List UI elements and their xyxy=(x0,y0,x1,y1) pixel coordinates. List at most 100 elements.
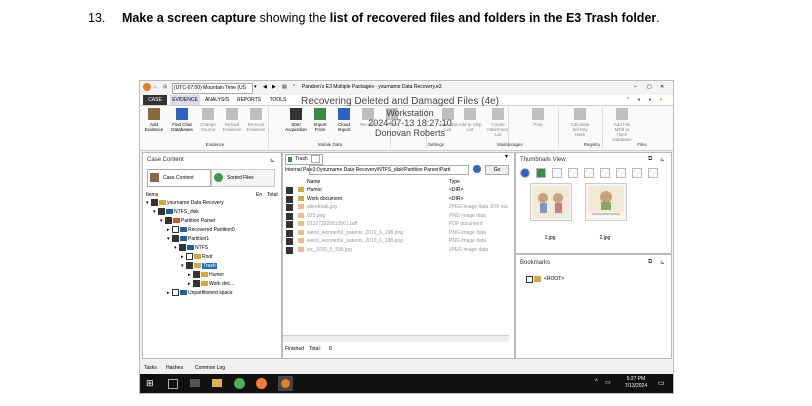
help-icon[interactable]: ● xyxy=(646,95,654,105)
file-row[interactable]: 013273220810561.pdf PDF document xyxy=(283,220,509,228)
file-checkbox[interactable] xyxy=(286,229,293,237)
tray-chevron-icon[interactable]: ^ xyxy=(595,379,598,385)
go-button[interactable]: Go xyxy=(485,165,509,175)
tray-clock[interactable]: 5:27 PM 7/13/2024 xyxy=(622,376,650,390)
tree-icon[interactable]: ⊞ xyxy=(163,83,167,92)
file-row[interactable]: 023.png PNG image data xyxy=(283,212,509,220)
file-row[interactable]: alienfreak.jpg JPEG image data JFIF sta xyxy=(283,203,509,211)
thumbnail-2[interactable] xyxy=(585,183,627,221)
column-total[interactable]: Total xyxy=(267,192,278,198)
file-checkbox[interactable] xyxy=(286,195,293,203)
file-explorer-icon[interactable] xyxy=(212,379,222,387)
file-row[interactable]: weird_wonderful_patents_2019_6_198.png PN… xyxy=(283,237,509,245)
pin-icon[interactable]: ⊾ xyxy=(660,156,665,163)
file-row[interactable]: Work document <DIR> xyxy=(283,195,509,203)
back-icon[interactable]: ◀ xyxy=(263,83,267,92)
tree-node[interactable]: ▸ Recovered Partition0 xyxy=(167,226,235,234)
document-icon[interactable]: ▤ xyxy=(282,83,287,92)
tab-analysis[interactable]: ANALYSIS xyxy=(202,95,232,105)
go-arrow-icon[interactable] xyxy=(473,165,481,173)
pin-icon[interactable]: ⊾ xyxy=(270,157,275,164)
page-icon[interactable] xyxy=(568,168,578,178)
find-chat-databases-button[interactable]: Find Chat Databases xyxy=(170,108,194,142)
info-icon[interactable] xyxy=(520,168,530,178)
file-row[interactable]: Humor <DIR> xyxy=(283,186,509,194)
remove-evidence-button[interactable]: Remove Evidence xyxy=(244,108,268,142)
alert-icon[interactable]: ● xyxy=(635,95,643,105)
file-row[interactable]: weird_wonderful_patents_2019_6_198.png PN… xyxy=(283,229,509,237)
tab-common-log[interactable]: Common Log xyxy=(195,363,225,373)
calculate-sel-key-hash-button[interactable]: Calculate Sel.Key Hash xyxy=(568,108,592,142)
file-row[interactable]: wc_1020_5_595.jpg JPEG image data xyxy=(283,246,509,254)
thumbnail-1[interactable] xyxy=(530,183,572,221)
firefox-icon[interactable] xyxy=(256,378,267,389)
file-checkbox[interactable] xyxy=(286,221,293,228)
root-checkbox[interactable] xyxy=(526,276,533,283)
tree-checkbox[interactable] xyxy=(172,289,179,297)
notifications-icon[interactable]: ▭ xyxy=(658,379,665,387)
tree-checkbox[interactable] xyxy=(179,244,186,252)
page-icon[interactable] xyxy=(648,168,658,178)
tab-hashes[interactable]: Hashes xyxy=(166,363,183,373)
tree-checkbox[interactable] xyxy=(165,217,172,225)
column-items[interactable]: Items xyxy=(146,192,158,198)
tab-sorted-files[interactable]: Sorted Files xyxy=(211,169,275,187)
file-checkbox[interactable] xyxy=(286,238,293,245)
tree-node[interactable]: ▾ NTFS xyxy=(174,244,208,252)
gallery-icon[interactable] xyxy=(536,168,546,178)
tab-tools[interactable]: TOOLS xyxy=(266,95,290,105)
tree-checkbox[interactable] xyxy=(193,271,200,279)
new-tab-icon[interactable] xyxy=(311,155,320,163)
tree-checkbox[interactable] xyxy=(193,280,200,288)
change-source-button[interactable]: Change Source xyxy=(196,108,220,142)
restore-icon[interactable]: ⧉ xyxy=(648,259,652,266)
page-icon[interactable] xyxy=(584,168,594,178)
forward-icon[interactable]: ▶ xyxy=(272,83,276,92)
home-icon[interactable]: ⌂ xyxy=(154,83,157,92)
maximize-icon[interactable]: ▢ xyxy=(647,83,652,92)
user-icon[interactable]: ● xyxy=(657,95,665,105)
tree-checkbox[interactable] xyxy=(158,208,165,216)
tree-node[interactable]: ▸ Root xyxy=(181,253,213,261)
tree-node[interactable]: ▸ Unpartitioned space xyxy=(167,289,232,297)
tree-node[interactable]: ▾ Partition1 xyxy=(167,235,209,243)
tree-node[interactable]: ▾ Trash xyxy=(181,262,217,270)
restore-icon[interactable]: ⧉ xyxy=(648,156,652,163)
tree-checkbox[interactable] xyxy=(172,226,179,234)
add-file-md5-to-hash-database-button[interactable]: Add File MD5 to Hash Database xyxy=(610,108,634,142)
tab-reports[interactable]: REPORTS xyxy=(234,95,264,105)
pin-icon[interactable]: ⌃ xyxy=(292,83,296,92)
tree-checkbox[interactable] xyxy=(186,253,193,261)
pin-icon[interactable]: ⊾ xyxy=(660,259,665,266)
page-icon[interactable] xyxy=(616,168,626,178)
tree-node[interactable]: ▸ Work doc... xyxy=(188,280,234,288)
add-evidence-button[interactable]: Add Evidence xyxy=(142,108,166,142)
column-type[interactable]: Type xyxy=(449,179,460,185)
page-icon[interactable] xyxy=(632,168,642,178)
page-icon[interactable] xyxy=(552,168,562,178)
tab-case-content[interactable]: Case Content xyxy=(147,169,211,187)
tree-checkbox[interactable] xyxy=(186,262,193,270)
e3-taskbar-button[interactable] xyxy=(278,376,293,391)
chevron-down-icon[interactable]: ▾ xyxy=(505,153,508,160)
tab-case[interactable]: CASE xyxy=(143,95,167,105)
tab-evidence[interactable]: EVIDENCE xyxy=(170,95,200,105)
page-icon[interactable] xyxy=(600,168,610,178)
task-view-icon[interactable] xyxy=(168,379,178,389)
column-en[interactable]: En xyxy=(256,192,262,198)
desktop-icon[interactable] xyxy=(190,379,200,387)
column-name[interactable]: Name xyxy=(307,179,320,185)
minimize-icon[interactable]: – xyxy=(634,83,637,92)
file-checkbox[interactable] xyxy=(286,187,293,194)
horizontal-scrollbar[interactable] xyxy=(283,335,509,342)
chevron-up-icon[interactable]: ⌃ xyxy=(624,95,632,105)
windows-start-icon[interactable]: ⊞ xyxy=(146,378,157,389)
close-icon[interactable]: ✕ xyxy=(660,83,664,92)
network-icon[interactable]: ▭ xyxy=(605,379,611,386)
file-checkbox[interactable] xyxy=(286,212,293,220)
tree-node[interactable]: ▾ Partition Parser xyxy=(160,217,215,225)
file-checkbox[interactable] xyxy=(286,246,293,254)
reload-evidence-button[interactable]: Reload Evidence xyxy=(220,108,244,142)
bookmark-root[interactable]: <ROOT> xyxy=(544,276,564,282)
tree-node[interactable]: ▾ NTFS_disk xyxy=(153,208,199,216)
